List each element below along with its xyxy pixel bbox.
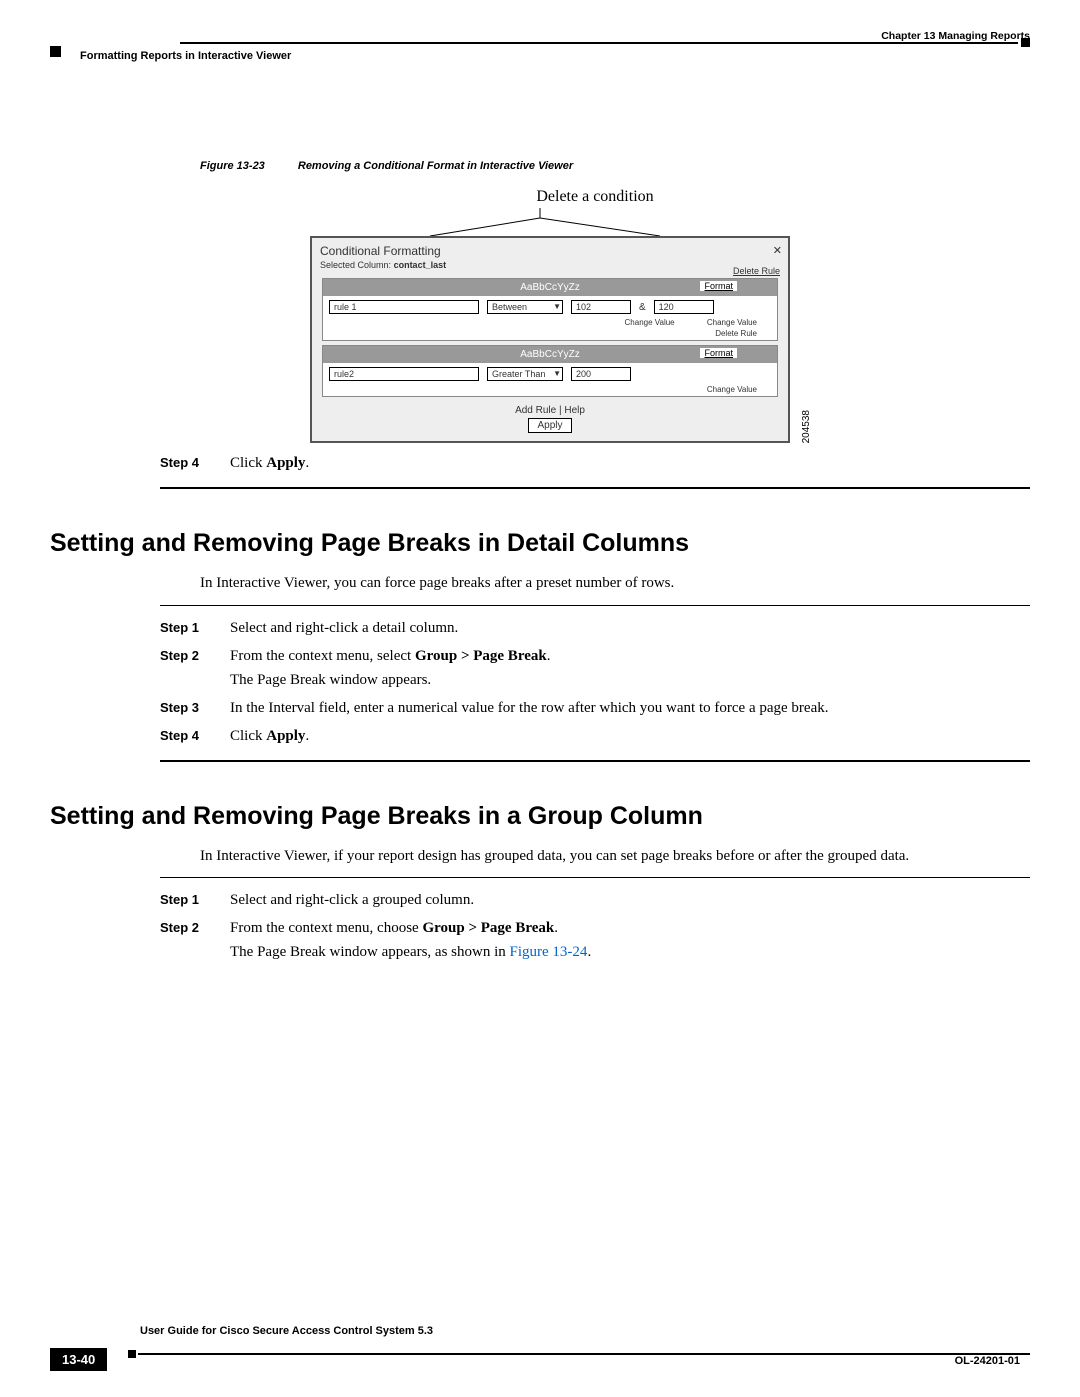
page-header: Chapter 13 Managing Reports Formatting R… (50, 30, 1030, 80)
delete-rule-link-top[interactable]: Delete Rule (733, 266, 780, 276)
rule-2-header: AaBbCcYyZz Format (323, 346, 777, 363)
figure-callout-lines (200, 208, 900, 236)
selected-column-value: contact_last (394, 260, 447, 270)
selected-column-row: Selected Column: contact_last (312, 258, 788, 274)
step-text: In the Interval field, enter a numerical… (230, 696, 980, 720)
dialog-wrapper: Conditional Formatting ✕ Selected Column… (310, 236, 790, 443)
rule-1-change-value-1[interactable]: Change Value (625, 318, 675, 327)
dialog-footer: Add Rule | Help Apply (312, 401, 788, 441)
step-text: Select and right-click a grouped column. (230, 888, 980, 912)
section-divider (160, 760, 1030, 762)
section1-intro: In Interactive Viewer, you can force pag… (200, 572, 990, 595)
figure-caption: Figure 13-23 Removing a Conditional Form… (200, 160, 900, 172)
rule-1-change-value-2[interactable]: Change Value (707, 318, 757, 327)
figure-image-id: 204538 (801, 410, 812, 443)
rule-2-format-link[interactable]: Format (700, 348, 737, 358)
section2-intro: In Interactive Viewer, if your report de… (200, 845, 990, 868)
page-number: 13-40 (50, 1348, 107, 1371)
figure-callout-text: Delete a condition (200, 188, 900, 206)
step-label: Step 4 (160, 724, 230, 748)
steps-divider (160, 605, 1030, 606)
footer-rule-cap (128, 1350, 136, 1358)
step-row: Step 2 From the context menu, select Gro… (160, 644, 980, 692)
rule-1-header: AaBbCcYyZz Format (323, 279, 777, 296)
figure-number: Figure 13-23 (200, 160, 265, 172)
step-row: Step 3 In the Interval field, enter a nu… (160, 696, 980, 720)
figure-reference-link[interactable]: Figure 13-24 (510, 944, 588, 960)
step-row: Step 1 Select and right-click a grouped … (160, 888, 980, 912)
step-text: Click Apply. (230, 724, 980, 748)
step-text: From the context menu, select Group > Pa… (230, 644, 980, 692)
step-label: Step 3 (160, 696, 230, 720)
step-row: Step 4 Click Apply. (160, 451, 980, 475)
step-label: Step 2 (160, 916, 230, 964)
step-row: Step 1 Select and right-click a detail c… (160, 616, 980, 640)
rule-2-sample: AaBbCcYyZz (520, 349, 579, 360)
rule-2-name-input[interactable]: rule2 (329, 367, 479, 381)
rule-2-change-value[interactable]: Change Value (323, 385, 777, 396)
rule-1-operator-select[interactable]: Between▼ (487, 300, 563, 314)
rule-1-value2-input[interactable]: 120 (654, 300, 714, 314)
rule-1-delete-rule[interactable]: Delete Rule (323, 329, 777, 340)
rule-2-block: AaBbCcYyZz Format rule2 Greater Than▼ 20… (322, 345, 778, 397)
step-row: Step 2 From the context menu, choose Gro… (160, 916, 980, 964)
close-icon[interactable]: ✕ (773, 244, 782, 257)
rule-1-value1-input[interactable]: 102 (571, 300, 631, 314)
step-label: Step 2 (160, 644, 230, 692)
header-rule (180, 42, 1018, 44)
step-text: From the context menu, choose Group > Pa… (230, 916, 980, 964)
section-divider (160, 487, 1030, 489)
running-section: Formatting Reports in Interactive Viewer (80, 50, 291, 62)
chapter-label: Chapter 13 Managing Reports (881, 30, 1030, 42)
footer-guide-title: User Guide for Cisco Secure Access Contr… (140, 1325, 1030, 1337)
apply-button[interactable]: Apply (528, 418, 571, 433)
rule-2-operator-select[interactable]: Greater Than▼ (487, 367, 563, 381)
header-rule-cap (1021, 38, 1030, 47)
dialog-footer-links[interactable]: Add Rule | Help (312, 405, 788, 416)
header-square-icon (50, 46, 61, 57)
selected-column-label: Selected Column: (320, 260, 391, 270)
rule-1-sample: AaBbCcYyZz (520, 282, 579, 293)
chevron-down-icon: ▼ (553, 302, 561, 311)
rule-1-format-link[interactable]: Format (700, 281, 737, 291)
footer-rule (138, 1353, 1030, 1355)
page-footer: User Guide for Cisco Secure Access Contr… (50, 1325, 1030, 1363)
chevron-down-icon: ▼ (553, 369, 561, 378)
document-number: OL-24201-01 (955, 1355, 1020, 1367)
rule-1-block: AaBbCcYyZz Format rule 1 Between▼ 102 & … (322, 278, 778, 341)
steps-divider (160, 877, 1030, 878)
rule-1-amp: & (639, 302, 646, 313)
section1-steps: Step 1 Select and right-click a detail c… (160, 616, 980, 748)
dialog-title: Conditional Formatting (320, 244, 441, 258)
step-text: Click Apply. (230, 451, 980, 475)
rule-1-name-input[interactable]: rule 1 (329, 300, 479, 314)
step-row: Step 4 Click Apply. (160, 724, 980, 748)
section2-steps: Step 1 Select and right-click a grouped … (160, 888, 980, 964)
step-label: Step 4 (160, 451, 230, 475)
figure-block: Figure 13-23 Removing a Conditional Form… (200, 160, 900, 443)
section-heading: Setting and Removing Page Breaks in a Gr… (50, 802, 1030, 831)
step-text: Select and right-click a detail column. (230, 616, 980, 640)
conditional-formatting-dialog: Conditional Formatting ✕ Selected Column… (310, 236, 790, 443)
step-label: Step 1 (160, 888, 230, 912)
rule-2-value1-input[interactable]: 200 (571, 367, 631, 381)
figure-title: Removing a Conditional Format in Interac… (298, 160, 573, 172)
step-label: Step 1 (160, 616, 230, 640)
section-heading: Setting and Removing Page Breaks in Deta… (50, 529, 1030, 558)
